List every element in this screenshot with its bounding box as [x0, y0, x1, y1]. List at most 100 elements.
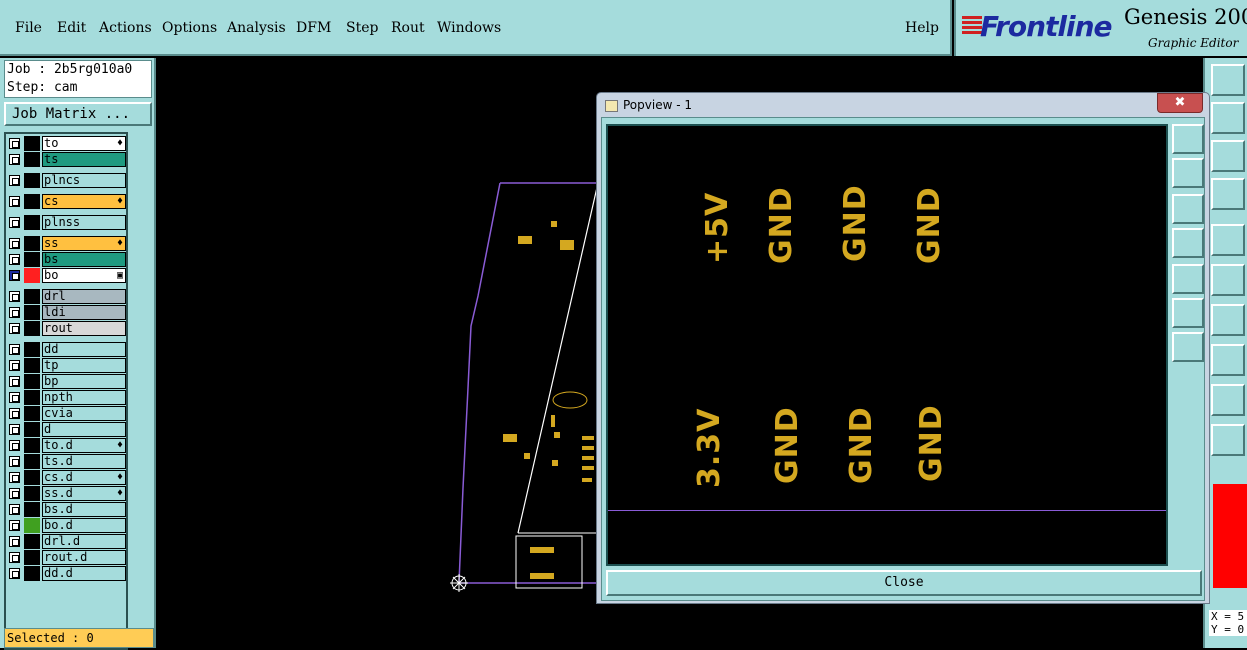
- layer-checkbox[interactable]: [9, 536, 20, 547]
- layer-checkbox[interactable]: [9, 520, 20, 531]
- tool-snap-icon[interactable]: [1211, 224, 1245, 256]
- layer-checkbox[interactable]: [9, 307, 20, 318]
- tool-zoom-in-icon[interactable]: [1211, 64, 1245, 96]
- layer-checkbox[interactable]: [9, 504, 20, 515]
- layer-name: ss ♦: [42, 236, 126, 251]
- layer-checkbox[interactable]: [9, 392, 20, 403]
- menu-rout[interactable]: Rout: [391, 20, 425, 36]
- tool-line-icon[interactable]: [1211, 304, 1245, 336]
- layer-name: to.d ♦: [42, 438, 126, 453]
- menu-file[interactable]: File: [15, 20, 42, 36]
- layer-row[interactable]: drl.d: [7, 534, 127, 549]
- layer-checkbox[interactable]: [9, 424, 20, 435]
- layer-checkbox[interactable]: [9, 138, 20, 149]
- layer-checkbox[interactable]: [9, 154, 20, 165]
- layer-row[interactable]: npth: [7, 390, 127, 405]
- pv-tool-up-icon[interactable]: [1172, 158, 1204, 188]
- layer-checkbox[interactable]: [9, 552, 20, 563]
- menu-help[interactable]: Help: [905, 20, 939, 36]
- menu-edit[interactable]: Edit: [57, 20, 86, 36]
- menu-actions[interactable]: Actions: [99, 20, 152, 36]
- layer-color-swatch: [24, 566, 40, 581]
- layer-row[interactable]: ts.d: [7, 454, 127, 469]
- graphic-canvas[interactable]: [158, 58, 598, 648]
- layer-row[interactable]: dd.d: [7, 566, 127, 581]
- pv-tool-left-icon[interactable]: [1172, 228, 1204, 258]
- tool-select-icon[interactable]: [1211, 424, 1245, 456]
- layer-row[interactable]: rout.d: [7, 550, 127, 565]
- menu-options[interactable]: Options: [162, 20, 217, 36]
- layer-checkbox[interactable]: [9, 456, 20, 467]
- menu-dfm[interactable]: DFM: [296, 20, 331, 36]
- layer-row[interactable]: bp: [7, 374, 127, 389]
- layer-row[interactable]: bo ▣: [7, 268, 127, 283]
- layer-row[interactable]: plncs: [7, 173, 127, 188]
- layer-row[interactable]: plnss: [7, 215, 127, 230]
- window-close-button[interactable]: ✖: [1157, 93, 1203, 113]
- layer-affected-icon: ♦: [116, 440, 123, 451]
- pv-tool-window-icon[interactable]: [1172, 124, 1204, 154]
- layer-row[interactable]: cs ♦: [7, 194, 127, 209]
- layer-checkbox[interactable]: [9, 254, 20, 265]
- layer-checkbox[interactable]: [9, 472, 20, 483]
- layer-row[interactable]: cs.d ♦: [7, 470, 127, 485]
- layer-checkbox[interactable]: [9, 360, 20, 371]
- layer-checkbox[interactable]: [9, 217, 20, 228]
- tool-measure-icon[interactable]: [1211, 178, 1245, 210]
- layer-color-swatch: [24, 390, 40, 405]
- tool-pads-icon[interactable]: [1211, 344, 1245, 376]
- layer-checkbox[interactable]: [9, 488, 20, 499]
- layer-name: bs.d: [42, 502, 126, 517]
- job-matrix-button[interactable]: Job Matrix ...: [4, 102, 152, 126]
- layer-checkbox[interactable]: [9, 344, 20, 355]
- layer-checkbox[interactable]: [9, 440, 20, 451]
- layer-row[interactable]: bs: [7, 252, 127, 267]
- job-name: Job : 2b5rg010a0: [7, 62, 133, 77]
- layer-checkbox[interactable]: [9, 175, 20, 186]
- layer-color-swatch: [24, 215, 40, 230]
- layer-row[interactable]: d: [7, 422, 127, 437]
- layer-checkbox[interactable]: [9, 408, 20, 419]
- logo-product: Genesis 2000: [1124, 5, 1247, 29]
- pv-tool-right-icon[interactable]: [1172, 264, 1204, 294]
- menu-step[interactable]: Step: [346, 20, 378, 36]
- tool-triangle-icon[interactable]: [1211, 384, 1245, 416]
- step-name: Step: cam: [7, 80, 78, 95]
- layer-checkbox[interactable]: [9, 238, 20, 249]
- layer-checkbox[interactable]: [9, 568, 20, 579]
- layer-row[interactable]: ts: [7, 152, 127, 167]
- layer-row[interactable]: bo.d: [7, 518, 127, 533]
- layer-name: ts.d: [42, 454, 126, 469]
- pv-tool-down-icon[interactable]: [1172, 194, 1204, 224]
- tool-net-icon[interactable]: [1211, 264, 1245, 296]
- layer-color-swatch: [24, 173, 40, 188]
- tool-fit-icon[interactable]: [1211, 140, 1245, 172]
- pv-tool-expand-icon[interactable]: [1172, 332, 1204, 362]
- layer-name: dd: [42, 342, 126, 357]
- pv-tool-shrink-icon[interactable]: [1172, 298, 1204, 328]
- menu-analysis[interactable]: Analysis: [227, 20, 286, 36]
- layer-checkbox[interactable]: [9, 291, 20, 302]
- layer-row[interactable]: bs.d: [7, 502, 127, 517]
- layer-checkbox[interactable]: [9, 323, 20, 334]
- popview-canvas[interactable]: +5V GND GND GND 3.3V GND GND GND: [606, 124, 1168, 566]
- layer-color-swatch: [24, 152, 40, 167]
- layer-row[interactable]: to.d ♦: [7, 438, 127, 453]
- layer-row[interactable]: ss.d ♦: [7, 486, 127, 501]
- layer-row[interactable]: ldi: [7, 305, 127, 320]
- layer-row[interactable]: ss ♦: [7, 236, 127, 251]
- tool-zoom-out-icon[interactable]: [1211, 102, 1245, 134]
- layer-row[interactable]: to ♦: [7, 136, 127, 151]
- layer-checkbox[interactable]: [9, 270, 20, 281]
- layer-row[interactable]: tp: [7, 358, 127, 373]
- layer-color-swatch: [24, 289, 40, 304]
- popview-close-button[interactable]: Close: [606, 570, 1202, 596]
- layer-row[interactable]: drl: [7, 289, 127, 304]
- layer-checkbox[interactable]: [9, 376, 20, 387]
- layer-color-swatch: [24, 136, 40, 151]
- layer-row[interactable]: dd: [7, 342, 127, 357]
- layer-row[interactable]: cvia: [7, 406, 127, 421]
- layer-checkbox[interactable]: [9, 196, 20, 207]
- layer-row[interactable]: rout: [7, 321, 127, 336]
- menu-windows[interactable]: Windows: [437, 20, 501, 36]
